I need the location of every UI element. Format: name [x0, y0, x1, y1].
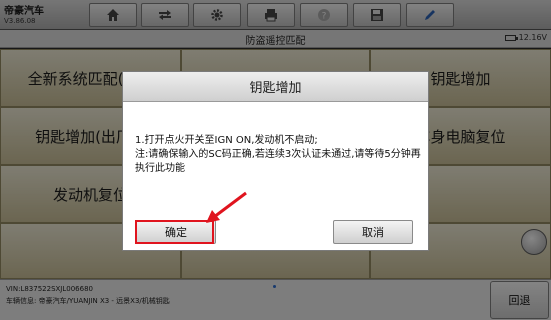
cancel-button[interactable]: 取消	[333, 220, 413, 244]
dialog-title: 钥匙增加	[123, 72, 428, 102]
cancel-button-label: 取消	[362, 226, 384, 239]
dialog-message: 1.打开点火开关至IGN ON,发动机不启动; 注:请确保输入的SC码正确,若连…	[135, 134, 423, 176]
dialog-note: 注:请确保输入的SC码正确,若连续3次认证未通过,请等待5分钟再执行此功能	[135, 149, 421, 174]
dialog-instruction: 1.打开点火开关至IGN ON,发动机不启动;	[135, 135, 318, 146]
pointer-arrow-icon	[206, 191, 247, 223]
